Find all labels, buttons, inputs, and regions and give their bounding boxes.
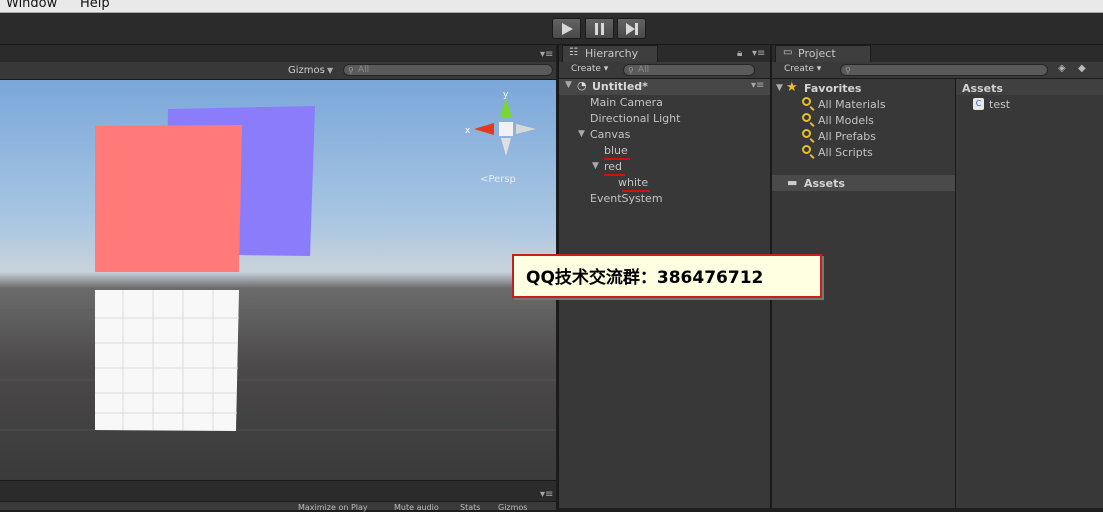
favorite-all-materials[interactable]: All Materials — [818, 98, 886, 111]
hierarchy-item-main-camera[interactable]: Main Camera — [590, 96, 663, 109]
assets-folder-label: Assets — [804, 177, 845, 190]
tab-hierarchy[interactable]: ☷ Hierarchy — [562, 45, 658, 62]
panel-menu-icon[interactable]: ▾≡ — [540, 49, 553, 60]
scene-search-placeholder: All — [358, 65, 370, 75]
hierarchy-item-blue[interactable]: blue — [604, 144, 628, 157]
hierarchy-create-label: Create — [571, 64, 601, 74]
search-icon: ⚲ — [348, 66, 354, 75]
project-tab-label: Project — [798, 47, 836, 60]
expand-arrow-icon[interactable]: ▼ — [565, 80, 572, 90]
play-button[interactable] — [552, 18, 581, 39]
menu-window[interactable]: Window — [6, 0, 57, 11]
hierarchy-item-red[interactable]: red — [604, 160, 622, 173]
favorite-all-prefabs[interactable]: All Prefabs — [818, 130, 876, 143]
game-view-toolbar: Maximize on Play Mute audio Stats Gizmos — [0, 501, 556, 512]
search-icon: ⚲ — [628, 66, 634, 75]
filter-by-label-icon[interactable]: ◆ — [1078, 63, 1086, 74]
hierarchy-tab-icon: ☷ — [569, 47, 578, 58]
assets-header-label: Assets — [962, 82, 1003, 95]
persp-label[interactable]: <Persp — [480, 174, 516, 185]
red-panel[interactable] — [92, 122, 244, 274]
folder-icon: ▬ — [787, 176, 798, 189]
scene-name: Untitled* — [592, 80, 648, 93]
red-expand-arrow-icon[interactable]: ▼ — [592, 161, 599, 171]
csharp-script-icon: C — [973, 98, 984, 110]
main-toolbar — [0, 13, 1103, 45]
hierarchy-item-canvas[interactable]: Canvas — [590, 128, 630, 141]
scene-toolbar: Gizmos ▼ ⚲ All — [0, 62, 556, 80]
assets-header: Assets — [956, 79, 1103, 95]
game-panel-menu-icon[interactable]: ▾≡ — [540, 489, 553, 500]
favorite-all-scripts[interactable]: All Scripts — [818, 146, 873, 159]
scene-viewport[interactable]: y x <Persp — [0, 80, 556, 480]
search-icon — [802, 97, 811, 106]
project-tab-icon: ▭ — [783, 47, 793, 58]
unity-scene-icon: ◔ — [577, 79, 587, 92]
favorites-expand-arrow-icon[interactable]: ▼ — [776, 83, 783, 93]
search-icon — [802, 113, 811, 122]
assets-folder-row[interactable]: ▬ Assets — [772, 175, 955, 191]
white-panel[interactable] — [93, 288, 241, 433]
game-view-tab-bar: ▾≡ Maximize on Play Mute audio Stats Giz… — [0, 480, 556, 512]
tab-project[interactable]: ▭ Project — [775, 45, 871, 62]
hierarchy-item-white[interactable]: white — [618, 176, 648, 189]
gizmo-x-label: x — [465, 126, 471, 136]
hierarchy-create-button[interactable]: Create ▾ — [571, 64, 608, 76]
scene-tab-bar: ▾≡ — [0, 45, 556, 63]
step-button[interactable] — [617, 18, 646, 39]
hierarchy-menu-icon[interactable]: ▾≡ — [752, 48, 765, 59]
scene-menu-icon[interactable]: ▾≡ — [751, 80, 764, 91]
hierarchy-tab-label: Hierarchy — [585, 47, 639, 60]
favorites-label: Favorites — [804, 82, 862, 95]
search-icon — [802, 129, 811, 138]
project-assets-view: Assets C test — [956, 79, 1103, 508]
scene-row[interactable]: ▼ ◔ Untitled* ▾≡ — [559, 79, 770, 95]
hierarchy-item-eventsystem[interactable]: EventSystem — [590, 192, 663, 205]
project-create-button[interactable]: Create ▾ — [784, 64, 821, 76]
hierarchy-item-directional-light[interactable]: Directional Light — [590, 112, 680, 125]
search-icon: ⚲ — [845, 66, 851, 75]
project-search-input[interactable]: ⚲ — [840, 64, 1048, 76]
step-icon — [625, 22, 638, 35]
filter-by-type-icon[interactable]: ◈ — [1058, 63, 1066, 74]
menu-help[interactable]: Help — [80, 0, 110, 11]
favorite-all-models[interactable]: All Models — [818, 114, 874, 127]
scene-search-input[interactable]: ⚲ All — [343, 64, 553, 76]
search-icon — [802, 145, 811, 154]
gizmos-dropdown[interactable]: Gizmos — [288, 65, 325, 76]
star-icon: ★ — [786, 80, 798, 95]
qq-group-callout: QQ技术交流群：386476712 — [512, 254, 822, 298]
lock-icon[interactable]: 🔒︎ — [737, 48, 742, 59]
project-create-label: Create — [784, 64, 814, 74]
pause-icon — [594, 22, 604, 35]
menu-bar: Window Help — [0, 0, 1103, 13]
hierarchy-toolbar: Create ▾ ⚲ All — [559, 62, 770, 79]
orientation-gizmo[interactable]: y x — [462, 86, 542, 176]
canvas-expand-arrow-icon[interactable]: ▼ — [578, 129, 585, 139]
hierarchy-search-placeholder: All — [638, 65, 650, 75]
pause-button[interactable] — [585, 18, 614, 39]
gizmos-chevron-icon: ▼ — [327, 66, 334, 75]
persp-text: Persp — [488, 174, 516, 185]
asset-file-test[interactable]: test — [989, 98, 1010, 111]
play-icon — [561, 22, 573, 35]
hierarchy-search-input[interactable]: ⚲ All — [623, 64, 755, 76]
project-toolbar: Create ▾ ⚲ ◈ ◆ — [772, 62, 1103, 79]
